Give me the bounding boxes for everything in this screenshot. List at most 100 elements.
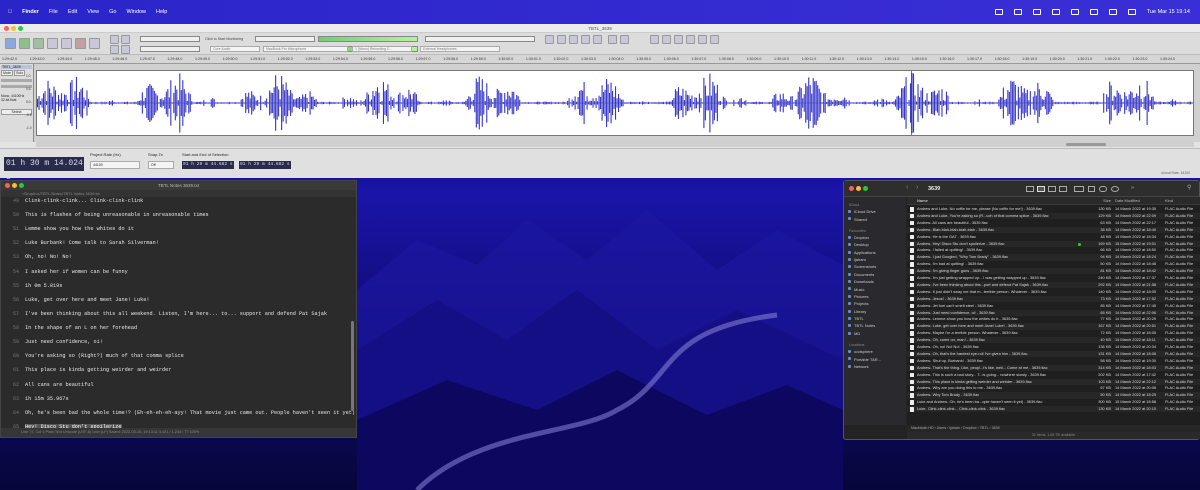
output-device-select[interactable]: External Headphones xyxy=(420,46,500,52)
file-row[interactable]: Andrew- Jet fuel can't smelt steel - 363… xyxy=(907,303,1200,309)
action-icon[interactable] xyxy=(1111,186,1119,192)
horizontal-scrollbar[interactable] xyxy=(36,142,1194,147)
snap-to-select[interactable]: Off xyxy=(148,161,174,169)
skip-end-button[interactable] xyxy=(61,38,72,49)
clock[interactable]: Tue Mar 15 19:14 xyxy=(1147,9,1190,15)
fit-project-icon[interactable] xyxy=(686,35,695,44)
input-device-select[interactable]: MacBook Pro Microphone xyxy=(263,46,348,52)
sidebar-item[interactable]: MD xyxy=(844,330,906,337)
status-icon[interactable] xyxy=(1032,9,1041,15)
text-line[interactable]: You're asking so (Right?) much of that c… xyxy=(25,353,184,359)
group-icon[interactable] xyxy=(1074,186,1084,192)
chevron-icon[interactable]: » xyxy=(1131,185,1134,191)
record-meter[interactable] xyxy=(140,36,200,42)
icon-view-icon[interactable] xyxy=(1026,186,1034,192)
selection-mode-label[interactable]: Start and End of Selection xyxy=(182,152,228,157)
sidebar-item[interactable]: Applications xyxy=(844,249,906,256)
menu-help[interactable]: Help xyxy=(156,9,167,15)
file-row[interactable]: Andrew- Blah-blah-blah-blah-blah - 3639.… xyxy=(907,226,1200,234)
sidebar-item[interactable]: Desktop xyxy=(844,241,906,248)
waveform[interactable] xyxy=(36,70,1194,136)
zoom-toggle-icon[interactable] xyxy=(698,35,707,44)
menu-go[interactable]: Go xyxy=(109,9,116,15)
battery-icon[interactable] xyxy=(1070,9,1079,15)
text-line[interactable]: I've been thinking about this all weeken… xyxy=(25,311,327,317)
sidebar-item[interactable]: Downloads xyxy=(844,278,906,285)
text-line[interactable]: Luke, get over here and meet Jane! Luke! xyxy=(25,297,150,303)
playback-meter[interactable] xyxy=(318,36,418,42)
file-row[interactable]: Andrew and Luke- You're asking so (R...u… xyxy=(907,212,1200,220)
file-row[interactable]: Andrew- Why are you doing this to me - 3… xyxy=(907,385,1200,391)
text-line[interactable]: This is flashes of being unreasonable in… xyxy=(25,212,209,218)
file-row[interactable]: Andrew- Luke, get over here and meet Jan… xyxy=(907,323,1200,330)
text-line[interactable]: 1h 0m 5.819s xyxy=(25,283,62,289)
fit-selection-icon[interactable] xyxy=(674,35,683,44)
file-row[interactable]: Andrew- Oh, no! No! No! - 3639.flac 136 K… xyxy=(907,344,1200,350)
vertical-scrollbar[interactable] xyxy=(351,321,354,411)
menu-file[interactable]: File xyxy=(49,9,58,15)
trim-icon[interactable] xyxy=(581,35,590,44)
close-icon[interactable] xyxy=(5,183,10,188)
file-row[interactable]: Andrew- Jesus! - 3639.flac 73 KB 14 March … xyxy=(907,295,1200,303)
track-name[interactable]: TBTL_3639 xyxy=(1,65,32,69)
text-line[interactable]: Oh, no! No! No! xyxy=(25,254,72,260)
sidebar-item[interactable]: Projects xyxy=(844,300,906,307)
sidebar-item[interactable]: TBTL Notes xyxy=(844,322,906,329)
time-display[interactable]: 01 h 30 m 14.024 s xyxy=(4,157,84,182)
paste-icon[interactable] xyxy=(569,35,578,44)
record-volume-slider[interactable] xyxy=(140,46,200,52)
file-row[interactable]: Andrew- Just need confidence, oi! - 3639… xyxy=(907,309,1200,316)
file-row[interactable]: Andrew- Lemme show you how the whites do… xyxy=(907,316,1200,322)
text-line[interactable]: 1h 15m 35.967s xyxy=(25,396,69,402)
file-row[interactable]: Luke and Andrew- Oh, he's been ba...ople… xyxy=(907,399,1200,405)
selection-end[interactable]: 01 h 29 m 44.682 s xyxy=(239,161,291,169)
zoom-out-icon[interactable] xyxy=(662,35,671,44)
forward-icon[interactable]: › xyxy=(916,184,918,191)
column-name[interactable]: Name xyxy=(917,197,1077,205)
file-row[interactable]: Andrew- I failed at quitting! - 3639.fla… xyxy=(907,247,1200,253)
redo-icon[interactable] xyxy=(620,35,629,44)
file-row[interactable]: Andrew- I'm just getting wrapped up... I… xyxy=(907,275,1200,281)
zoom-icon[interactable] xyxy=(18,26,23,31)
search-icon[interactable]: ⚲ xyxy=(1187,184,1191,191)
sidebar-item[interactable]: TBTL xyxy=(844,315,906,322)
text-line[interactable]: In the shape of an L on her forehead xyxy=(25,325,137,331)
channels-select[interactable]: 1 (Mono) Recording C... xyxy=(352,46,412,52)
text-line[interactable]: I asked her if women can be funny xyxy=(25,269,128,275)
close-icon[interactable] xyxy=(849,186,854,191)
share-icon[interactable] xyxy=(1088,186,1095,192)
file-row[interactable]: Andrew- Maybe I'm a terrible person. Wha… xyxy=(907,330,1200,336)
path-bar[interactable]: Macintosh HD › Users › ljaham › Dropbox … xyxy=(907,425,1200,432)
file-row[interactable]: Andrew- I'm giving finger guns - 3639.fl… xyxy=(907,268,1200,275)
file-row[interactable]: Andrew- This is such a bad story... T...… xyxy=(907,372,1200,378)
text-area[interactable]: Clink-clink-clink... Clink-clink-clink 49… xyxy=(1,197,356,430)
silence-icon[interactable] xyxy=(593,35,602,44)
envelope-tool-icon[interactable] xyxy=(121,35,130,44)
sidebar-item[interactable]: Pictures xyxy=(844,293,906,300)
sidebar-item[interactable]: ljaham xyxy=(844,256,906,263)
column-size[interactable]: Size xyxy=(1087,197,1111,205)
timeline-ruler[interactable]: 1:29:42.0 1:29:43.0 1:29:44.0 1:29:45.0 1:29… xyxy=(0,55,1200,64)
sidebar-item[interactable]: Portable TAR... xyxy=(844,355,906,362)
file-row[interactable]: Andrew- I've been thinking about this...… xyxy=(907,281,1200,289)
control-center-icon[interactable] xyxy=(1127,9,1136,15)
text-line[interactable]: Luke Burbank! Come talk to Sarah Silverm… xyxy=(25,240,159,246)
mute-button[interactable]: Mute xyxy=(1,70,13,76)
minimize-icon[interactable] xyxy=(11,26,16,31)
skip-start-button[interactable] xyxy=(47,38,58,49)
search-icon[interactable] xyxy=(1108,9,1117,15)
text-line[interactable]: Clink-clink-clink... Clink-clink-clink xyxy=(25,198,143,204)
zoom-icon[interactable] xyxy=(863,186,868,191)
file-row[interactable]: Andrew- I just Googled, "Why Tom Brady" … xyxy=(907,254,1200,261)
file-row[interactable]: Andrew- This place is kinda getting weir… xyxy=(907,378,1200,385)
status-icon[interactable] xyxy=(1051,9,1060,15)
gallery-view-icon[interactable] xyxy=(1059,186,1067,192)
sidebar-item[interactable]: Documents xyxy=(844,271,906,278)
play-button[interactable] xyxy=(19,38,30,49)
close-icon[interactable] xyxy=(4,26,9,31)
sidebar-item[interactable]: Library xyxy=(844,308,906,315)
sidebar-item[interactable]: Network xyxy=(844,363,906,370)
record-meter-scale[interactable] xyxy=(255,36,315,42)
minimize-icon[interactable] xyxy=(856,186,861,191)
selection-start[interactable]: 01 h 29 m 44.682 s xyxy=(182,161,234,169)
